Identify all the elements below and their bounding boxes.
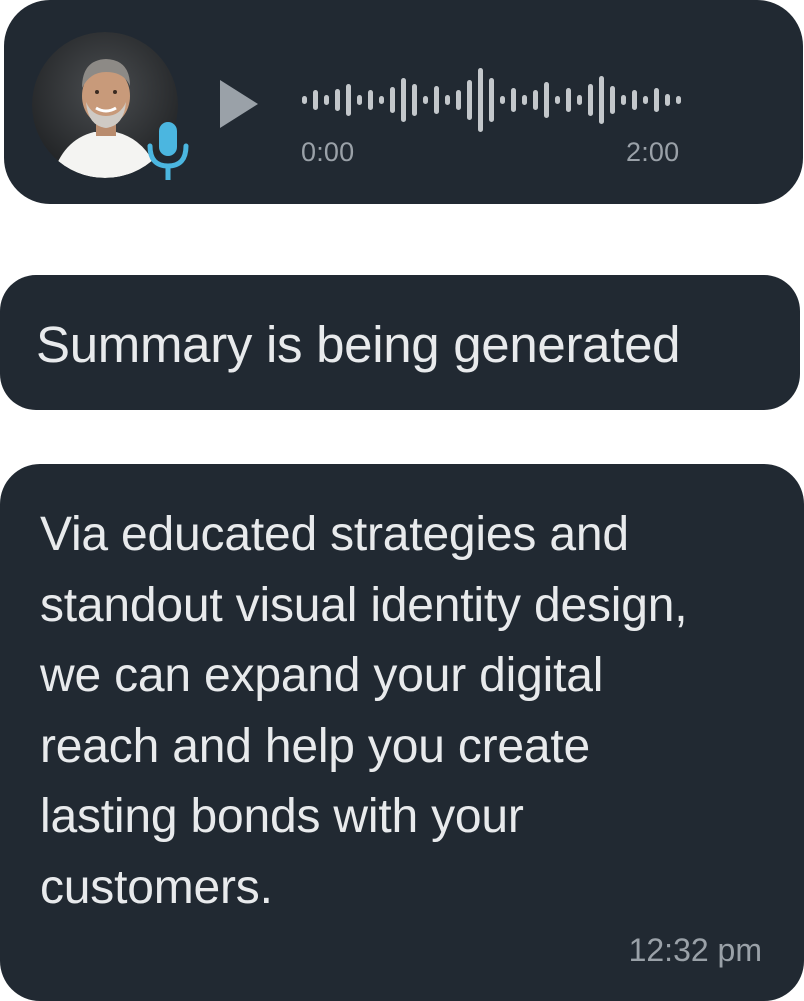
voice-message-bubble: 0:00 2:00 <box>4 0 803 204</box>
summary-status-text: Summary is being generated <box>36 316 681 373</box>
message-line: lasting bonds with your <box>40 790 524 843</box>
message-bubble: Via educated strategies and standout vis… <box>0 464 804 1001</box>
current-time: 0:00 <box>301 137 355 167</box>
message-text: Via educated strategies and standout vis… <box>40 500 780 923</box>
message-line: Via educated strategies and <box>40 508 629 561</box>
message-timestamp: 12:32 pm <box>628 932 762 968</box>
duration: 2:00 <box>626 137 680 167</box>
message-line: standout visual identity design, <box>40 578 688 632</box>
play-icon[interactable] <box>218 78 260 130</box>
summary-bubble: Summary is being generated <box>0 275 800 410</box>
microphone-icon <box>147 122 189 180</box>
message-line: customers. <box>40 860 273 914</box>
message-line: reach and help you create <box>40 719 591 773</box>
audio-waveform[interactable] <box>300 64 690 136</box>
message-line: we can expand your digital <box>40 649 604 702</box>
voice-avatar <box>32 32 189 180</box>
